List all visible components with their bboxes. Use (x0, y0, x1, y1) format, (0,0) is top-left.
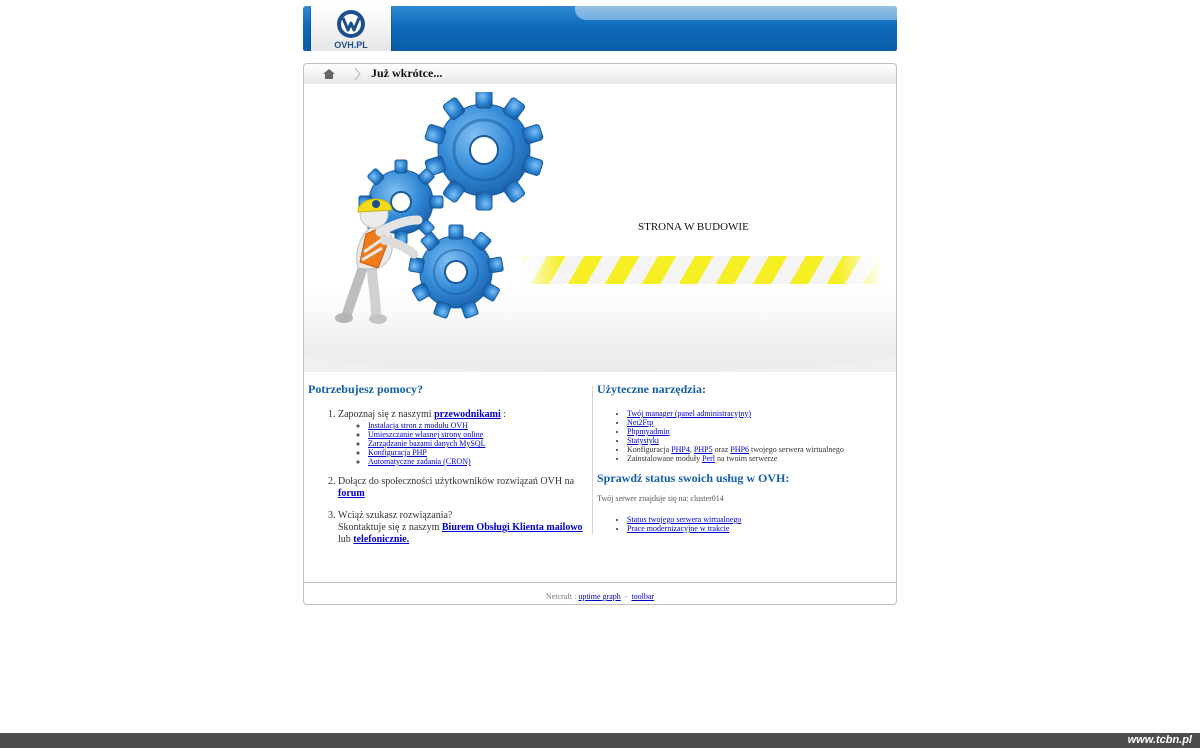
guide-link-php[interactable]: Konfiguracja PHP (368, 448, 427, 457)
php-config-suffix: twojego serwera wirtualnego (751, 445, 844, 454)
status-heading: Sprawdź status swoich usług w OVH: (597, 471, 790, 485)
support-phone-link[interactable]: telefonicznie. (353, 534, 409, 545)
caution-stripes (518, 256, 882, 284)
help-item-contact-text: Skontaktuje się z naszym (338, 522, 440, 533)
tools-section: Użyteczne narzędzia: Twój manager (panel… (597, 382, 893, 533)
guides-link[interactable]: przewodnikami (434, 409, 501, 420)
perl-link[interactable]: Perl (702, 454, 715, 463)
status-list: Status twojego serwera wirtualnego Prace… (597, 515, 893, 533)
logo-text: OVH.PL (334, 40, 368, 50)
guide-link-publish[interactable]: Umieszczanie własnej strony online (368, 430, 483, 439)
uptime-graph-link[interactable]: uptime graph (578, 592, 620, 601)
guide-link-install[interactable]: Instalacja stron z modułu OVH (368, 421, 468, 430)
construction-hero: STRONA W BUDOWIE (304, 84, 896, 372)
modules-prefix: Zainstalowane moduły (627, 454, 701, 463)
column-divider (592, 386, 593, 534)
help-item-forum: Dołącz do społeczności użytkowników rozw… (338, 476, 591, 500)
tools-list: Twój manager (panel administracyjny) Net… (597, 409, 893, 463)
modules-suffix: na twoim serwerze (716, 454, 778, 463)
tools-heading: Użyteczne narzędzia: (597, 382, 706, 396)
modules-item: Zainstalowane moduły Perl na twoim serwe… (627, 454, 893, 463)
gears-worker-illustration (335, 92, 544, 324)
header-highlight (575, 6, 897, 20)
watermark-bar: www.tcbn.pl (0, 733, 1200, 748)
ovh-logo[interactable]: OVH.PL (311, 6, 391, 51)
help-item-contact-line1: Wciąż szukasz rozwiązania? (338, 510, 453, 521)
php-config-item: Konfiguracja PHP4, PHP5 oraz PHP6 twojeg… (627, 445, 893, 454)
home-icon[interactable] (322, 68, 336, 80)
help-item-forum-text: Dołącz do społeczności użytkowników rozw… (338, 476, 575, 487)
worker-figure-icon (335, 198, 423, 324)
gear-large-icon (424, 92, 544, 211)
construction-status: STRONA W BUDOWIE (638, 221, 749, 233)
server-status-link[interactable]: Status twojego serwera wirtualnego (627, 515, 741, 524)
ovh-logo-icon (337, 10, 365, 38)
footer-dash: - (624, 592, 628, 601)
guide-link-mysql[interactable]: Zarządzanie bazami danych MySQL (368, 439, 486, 448)
help-item-contact-or: lub (338, 534, 351, 545)
help-item-guides-colon: : (503, 409, 507, 420)
php4-link[interactable]: PHP4 (671, 445, 690, 454)
help-section: Potrzebujesz pomocy? Zapoznaj się z nasz… (308, 382, 591, 556)
help-item-contact: Wciąż szukasz rozwiązania? Skontaktuje s… (338, 510, 591, 546)
phpmyadmin-link[interactable]: Phpmyadmin (627, 427, 670, 436)
php-config-and: oraz (714, 445, 729, 454)
help-item-guides: Zapoznaj się z naszymi przewodnikami : I… (338, 409, 591, 466)
breadcrumb: Już wkrótce... (304, 64, 896, 85)
guide-link-cron[interactable]: Automatyczne zadania (CRON) (368, 457, 471, 466)
guides-list: Instalacja stron z modułu OVH Umieszczan… (338, 421, 591, 466)
help-item-guides-text: Zapoznaj się z naszymi (338, 409, 432, 420)
manager-link[interactable]: Twój manager (panel administracyjny) (627, 409, 751, 418)
support-email-link[interactable]: Biurem Obsługi Klienta mailowo (442, 522, 583, 533)
php6-link[interactable]: PHP6 (730, 445, 749, 454)
page-title: Już wkrótce... (371, 66, 443, 80)
php5-link[interactable]: PHP5 (694, 445, 713, 454)
help-list: Zapoznaj się z naszymi przewodnikami : I… (308, 409, 591, 546)
watermark-text: www.tcbn.pl (1127, 734, 1192, 746)
net2ftp-link[interactable]: Net2Ftp (627, 418, 653, 427)
forum-link[interactable]: forum (338, 488, 365, 499)
php-config-prefix: Konfiguracja (627, 445, 670, 454)
footer-netcraft-label: Netcraft : (545, 592, 577, 601)
gear-medium-icon (408, 224, 504, 319)
header-bar: OVH.PL (303, 6, 897, 51)
server-note: Twój serwer znajduje się na: cluster014 (597, 494, 724, 503)
main-panel: Już wkrótce... STRONA W BUDOWIE Potrzebu… (303, 63, 897, 605)
chevron-right-icon (354, 67, 361, 81)
toolbar-link[interactable]: toolbar (631, 592, 654, 601)
maintenance-link[interactable]: Prace modernizacyjne w trakcie (627, 524, 729, 533)
footer: Netcraft : uptime graph - toolbar (304, 582, 896, 604)
help-heading: Potrzebujesz pomocy? (308, 382, 423, 396)
stats-link[interactable]: Statystyki (627, 436, 659, 445)
